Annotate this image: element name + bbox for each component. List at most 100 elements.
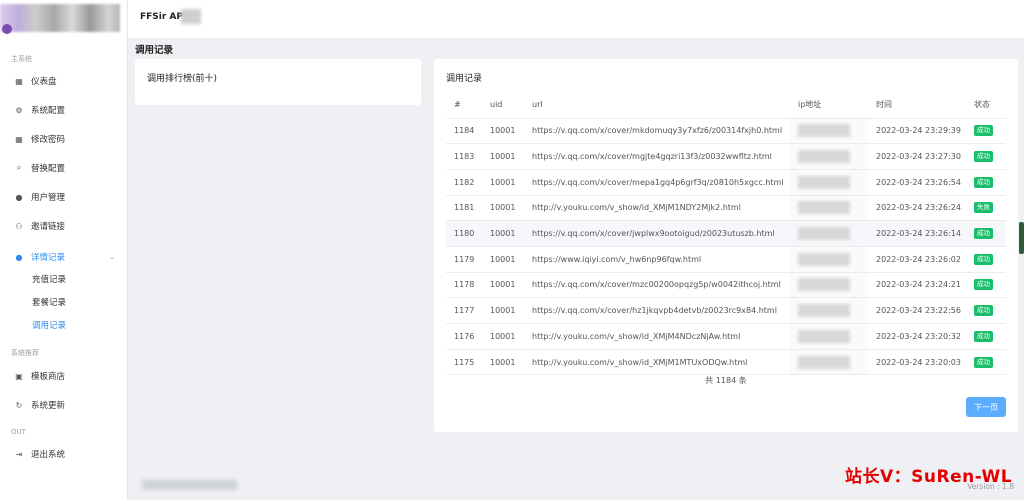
cell-status: 成功 [966,323,1006,350]
cell-time: 2022-03-24 23:26:24 [868,195,966,222]
cell-status: 成功 [966,169,1006,196]
table-row: 1178 10001 https://v.qq.com/x/cover/mzc0… [446,272,1006,299]
next-page-button[interactable]: 下一页 [966,397,1006,417]
table-row: 1181 10001 http://v.youku.com/v_show/id_… [446,195,1006,222]
sidebar-item-label: 替换配置 [31,164,66,174]
ip-redacted [798,252,850,266]
cell-time: 2022-03-24 23:27:30 [868,143,966,170]
shop-icon: ▣ [15,371,23,381]
sidebar-item-label: 退出系统 [31,450,66,460]
brand-title: FFSir API [140,12,187,22]
ip-redacted [798,355,850,369]
cell-time: 2022-03-24 23:29:39 [868,118,966,145]
cell-id: 1183 [446,143,482,170]
status-badge: 成功 [974,176,993,188]
sidebar-item-replace-config[interactable]: ⌕ 替换配置 [0,157,127,179]
logo-mark [2,24,12,34]
cell-ip [790,143,868,170]
table-row: 1183 10001 https://v.qq.com/x/cover/mgjt… [446,143,1006,170]
cell-url: https://v.qq.com/x/cover/hz1jkqvpb4detvb… [524,297,790,324]
cell-id: 1179 [446,246,482,273]
cell-id: 1182 [446,169,482,196]
logout-icon: ⇥ [15,449,23,459]
records-card: 调用记录 # uid url ip地址 时间 状态 1184 10001 htt… [434,59,1018,432]
cell-uid: 10001 [482,195,524,222]
cell-url: https://v.qq.com/x/cover/mepa1gq4p6grf3q… [524,169,790,196]
sidebar-item-template-store[interactable]: ▣ 模板商店 [0,365,127,387]
status-badge: 失败 [974,202,993,214]
cell-ip [790,118,868,145]
sidebar-item-system-update[interactable]: ↻ 系统更新 [0,394,127,416]
table-row: 1175 10001 http://v.youku.com/v_show/id_… [446,349,1006,376]
dot-icon: ● [15,252,23,262]
sidebar-item-label: 模板商店 [31,372,66,382]
logo[interactable] [0,0,127,42]
cell-time: 2022-03-24 23:26:54 [868,169,966,196]
cell-uid: 10001 [482,272,524,299]
cell-url: http://v.youku.com/v_show/id_XMjM1NDY2Mj… [524,195,790,222]
dashboard-icon: ▦ [15,76,23,86]
cell-time: 2022-03-24 23:24:21 [868,272,966,299]
top-header: FFSir API [128,0,1024,38]
cell-status: 成功 [966,220,1006,247]
column-header-ip: ip地址 [790,91,868,119]
sidebar-item-invite-link[interactable]: ⚇ 邀请链接 [0,215,127,237]
cell-url: https://www.iqiyi.com/v_hw6np96fqw.html [524,246,790,273]
sidebar-item-user-management[interactable]: ● 用户管理 [0,186,127,208]
table-row: 1177 10001 https://v.qq.com/x/cover/hz1j… [446,297,1006,324]
column-header-time: 时间 [868,91,966,119]
sidebar-item-label: 修改密码 [31,135,66,145]
cell-ip [790,323,868,350]
cell-id: 1180 [446,220,482,247]
cell-uid: 10001 [482,246,524,273]
section-label-out: OUT [11,428,26,436]
sidebar-item-system-config[interactable]: ⚙ 系统配置 [0,99,127,121]
ranking-card: 调用排行榜(前十) [135,59,421,105]
user-icon: ● [15,192,23,202]
cell-uid: 10001 [482,118,524,145]
sidebar-item-change-password[interactable]: ▦ 修改密码 [0,128,127,150]
cell-ip [790,169,868,196]
table-row: 1182 10001 https://v.qq.com/x/cover/mepa… [446,169,1006,196]
users-icon: ⚇ [15,221,23,231]
cell-ip [790,220,868,247]
cell-url: https://v.qq.com/x/cover/jwplwx9ootoigud… [524,220,790,247]
page-title: 调用记录 [135,45,174,56]
cell-status: 成功 [966,349,1006,376]
cell-id: 1181 [446,195,482,222]
sidebar-item-label: 系统更新 [31,401,66,411]
section-label-main: 主系统 [11,55,32,63]
scrollbar-thumb[interactable] [1019,222,1024,254]
cell-uid: 10001 [482,220,524,247]
cell-ip [790,246,868,273]
sidebar-subitem-call-records[interactable]: 调用记录 [32,319,66,333]
status-badge: 成功 [974,228,993,240]
status-badge: 成功 [974,305,993,317]
sidebar-item-label: 详情记录 [31,253,66,263]
cell-id: 1177 [446,297,482,324]
cell-id: 1176 [446,323,482,350]
column-header-uid: uid [482,91,524,119]
sidebar-item-dashboard[interactable]: ▦ 仪表盘 [0,70,127,92]
sidebar-item-label: 邀请链接 [31,222,66,232]
status-badge: 成功 [974,125,993,137]
settings-icon: ⚙ [15,105,23,115]
sidebar-subitem-package[interactable]: 套餐记录 [32,296,66,310]
status-badge: 成功 [974,151,993,163]
status-badge: 成功 [974,356,993,368]
sidebar-subitem-recharge[interactable]: 充值记录 [32,273,66,287]
ip-redacted [798,124,850,138]
status-badge: 成功 [974,253,993,265]
ip-redacted [798,175,850,189]
cell-status: 成功 [966,118,1006,145]
ip-redacted [798,227,850,241]
sidebar-item-records[interactable]: ● 详情记录 ⌄ [0,246,127,268]
cell-url: http://v.youku.com/v_show/id_XMjM1MTUxOD… [524,349,790,376]
ranking-card-title: 调用排行榜(前十) [147,74,218,84]
cell-time: 2022-03-24 23:26:02 [868,246,966,273]
cell-time: 2022-03-24 23:20:32 [868,323,966,350]
ip-redacted [798,201,850,215]
sidebar-item-logout[interactable]: ⇥ 退出系统 [0,443,127,465]
records-table: # uid url ip地址 时间 状态 1184 10001 https://… [446,91,1006,376]
watermark-text: 站长V：SuRen-WL [845,467,1013,487]
